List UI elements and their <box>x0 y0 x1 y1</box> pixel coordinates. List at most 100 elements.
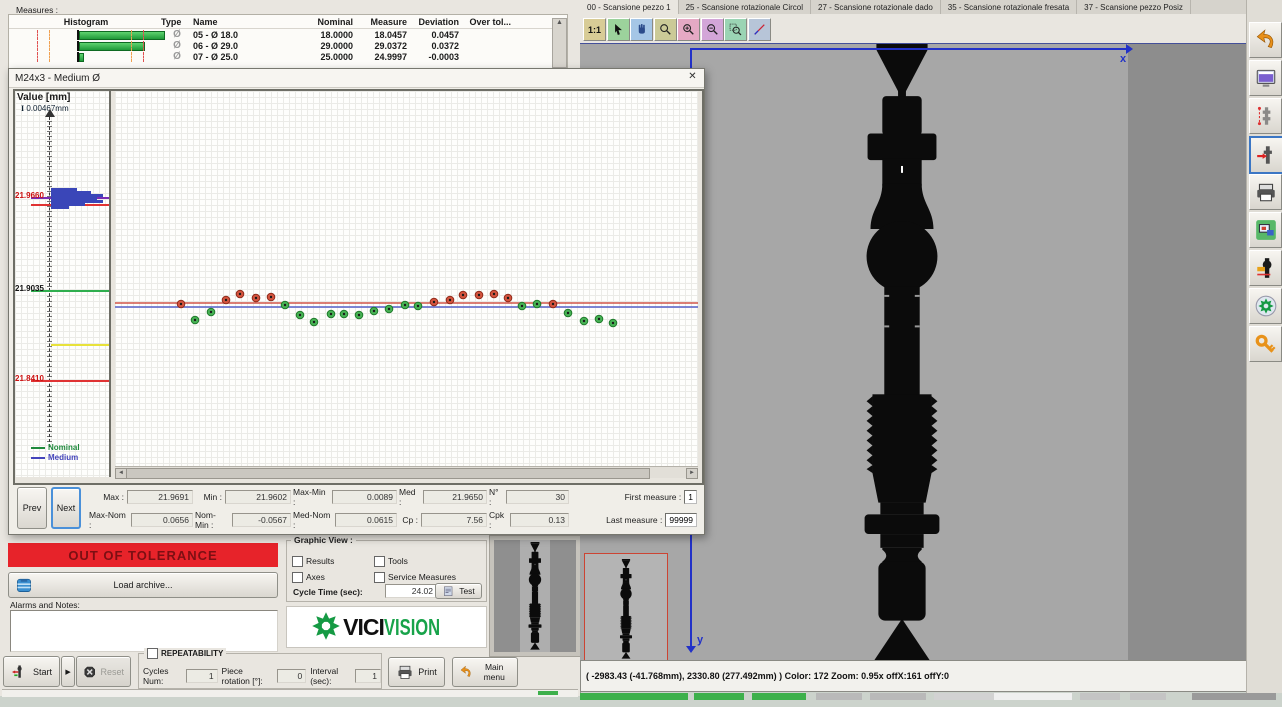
vicivision-logo: VICI VISION <box>286 606 487 648</box>
reset-button[interactable]: Reset <box>76 656 131 687</box>
tolerance-line <box>51 344 109 346</box>
table-header-cell[interactable]: Histogram <box>11 17 161 27</box>
program-path-button[interactable] <box>1249 98 1282 134</box>
start-icon <box>11 663 29 681</box>
print-button[interactable]: Print <box>388 657 445 687</box>
stat-label: Med-Nom : <box>293 510 332 530</box>
stat-cell: First measure : 1 <box>571 485 699 508</box>
vici-star-button[interactable] <box>1249 288 1282 324</box>
navigator-thumbnail[interactable] <box>584 553 668 661</box>
scan-tab[interactable]: 00 - Scansione pezzo 1 <box>580 0 679 14</box>
table-row[interactable]: Ø 06 - Ø 29.0 29.0000 29.0372 0.0372 <box>11 40 567 51</box>
axis-tick-label: 21.8410 <box>15 374 47 383</box>
close-icon[interactable]: ✕ <box>685 71 700 85</box>
piece-rotation-value[interactable]: 0 <box>277 669 306 683</box>
table-scrollbar[interactable]: ▲ <box>552 18 567 68</box>
table-row[interactable]: Ø 05 - Ø 18.0 18.0000 18.0457 0.0457 <box>11 29 567 40</box>
scan-tab-bar: 00 - Scansione pezzo 125 - Scansione rot… <box>580 0 1246 14</box>
out-of-tolerance-banner: OUT OF TOLERANCE <box>8 543 278 567</box>
measure-line-button[interactable] <box>748 18 771 41</box>
stat-label: Med : <box>399 487 420 507</box>
status-segment <box>994 693 1072 700</box>
chart-frame: Value [mm] I 0.00467mm 21.966021.903521.… <box>13 89 704 485</box>
checkbox-icon[interactable] <box>292 556 303 567</box>
zoom-button[interactable] <box>654 18 677 41</box>
table-row[interactable]: Ø 07 - Ø 25.0 25.0000 24.9997 -0.0003 <box>11 51 567 62</box>
zoom-window-button[interactable] <box>724 18 747 41</box>
start-button[interactable]: Start <box>3 656 60 687</box>
main-menu-button[interactable]: Main menu <box>452 657 518 687</box>
next-button[interactable]: Next <box>51 487 81 529</box>
table-header-cell[interactable]: Deviation <box>413 17 465 27</box>
checkbox-icon[interactable] <box>374 556 385 567</box>
checkbox-icon[interactable] <box>147 648 158 659</box>
actual-size-button[interactable]: 1:1 <box>583 18 606 41</box>
cursor-button[interactable] <box>607 18 630 41</box>
table-header-cell[interactable]: Type <box>161 17 193 27</box>
stat-cell: Med : 21.9650 <box>399 485 489 508</box>
table-header-cell[interactable]: Over tol... <box>465 17 517 27</box>
statistics-grid: Max : 21.9691 Min : 21.9602 Max-Min : 0.… <box>89 485 701 531</box>
prev-button[interactable]: Prev <box>17 487 47 529</box>
display-button[interactable] <box>1249 60 1282 96</box>
load-archive-button[interactable]: Load archive... <box>8 572 278 598</box>
axis-arrow-icon <box>45 109 55 117</box>
status-segment <box>806 693 816 700</box>
zoom-in-button[interactable] <box>677 18 700 41</box>
zoom-out-button[interactable] <box>701 18 724 41</box>
stat-cell: N° : 30 <box>489 485 571 508</box>
alarms-input[interactable] <box>10 610 278 652</box>
stat-label: Nom-Min : <box>195 510 229 530</box>
scan-tab[interactable]: 37 - Scansione pezzo Posiz <box>1077 0 1191 14</box>
alarms-label: Alarms and Notes: <box>10 600 80 610</box>
table-header-cell[interactable]: Nominal <box>309 17 359 27</box>
undo-arrow-button[interactable] <box>1249 22 1282 58</box>
graphic-view-group: Graphic View : Results Tools Axes Servic… <box>286 540 487 602</box>
status-segment <box>694 693 744 700</box>
chart-horizontal-scrollbar[interactable]: ◄► <box>115 466 698 478</box>
print-button[interactable] <box>1249 174 1282 210</box>
diameter-type-icon: Ø <box>161 51 193 62</box>
scan-tab[interactable]: 35 - Scansione rotazionale fresata <box>941 0 1077 14</box>
measure-name: 07 - Ø 25.0 <box>193 52 309 62</box>
repeatability-checkbox[interactable]: REPEATABILITY <box>144 648 226 659</box>
stat-value: 30 <box>506 490 569 504</box>
scan-tab[interactable]: 27 - Scansione rotazionale dado <box>811 0 941 14</box>
table-header-cell[interactable]: Name <box>193 17 309 27</box>
checkbox-icon[interactable] <box>292 572 303 583</box>
graphic-view-checkbox-tools[interactable]: Tools <box>374 553 480 569</box>
stat-label: Max-Nom : <box>89 510 128 530</box>
trend-chart <box>115 91 698 466</box>
start-dropdown-button[interactable]: ▶ <box>61 656 75 687</box>
stat-value: 0.0089 <box>332 490 397 504</box>
part-silhouette-navigator <box>613 559 639 659</box>
measure-part-button[interactable] <box>1249 136 1282 174</box>
save-view-button[interactable] <box>1249 212 1282 248</box>
deviation-value: 0.0372 <box>413 41 465 51</box>
cycles-num-value[interactable]: 1 <box>186 669 218 683</box>
test-button[interactable]: Test <box>435 583 482 599</box>
graphic-view-checkbox-axes[interactable]: Axes <box>292 569 374 585</box>
status-segment <box>870 693 926 700</box>
measure-value: 24.9997 <box>359 52 413 62</box>
stat-value[interactable]: 1 <box>684 490 697 504</box>
tailstock-button[interactable] <box>1249 250 1282 286</box>
table-header-cell[interactable]: Measure <box>359 17 413 27</box>
scan-tab[interactable]: 25 - Scansione rotazionale Circol <box>679 0 811 14</box>
x-axis-label: x <box>1120 53 1126 65</box>
measure-value: 18.0457 <box>359 30 413 40</box>
interval-value[interactable]: 1 <box>355 669 381 683</box>
archive-icon <box>15 576 33 594</box>
key-button[interactable] <box>1249 326 1282 362</box>
y-axis-arrow <box>686 646 696 653</box>
axis-tick-label: 21.9660 <box>15 191 47 200</box>
graphic-view-checkbox-results[interactable]: Results <box>292 553 374 569</box>
nominal-value: 18.0000 <box>309 30 359 40</box>
hand-button[interactable] <box>630 18 653 41</box>
nominal-value: 29.0000 <box>309 41 359 51</box>
x-axis-arrow <box>1126 44 1133 54</box>
legend-item: Medium <box>31 453 78 462</box>
stat-value[interactable]: 99999 <box>665 513 697 527</box>
checkbox-icon[interactable] <box>374 572 385 583</box>
distribution-bar <box>51 206 69 209</box>
